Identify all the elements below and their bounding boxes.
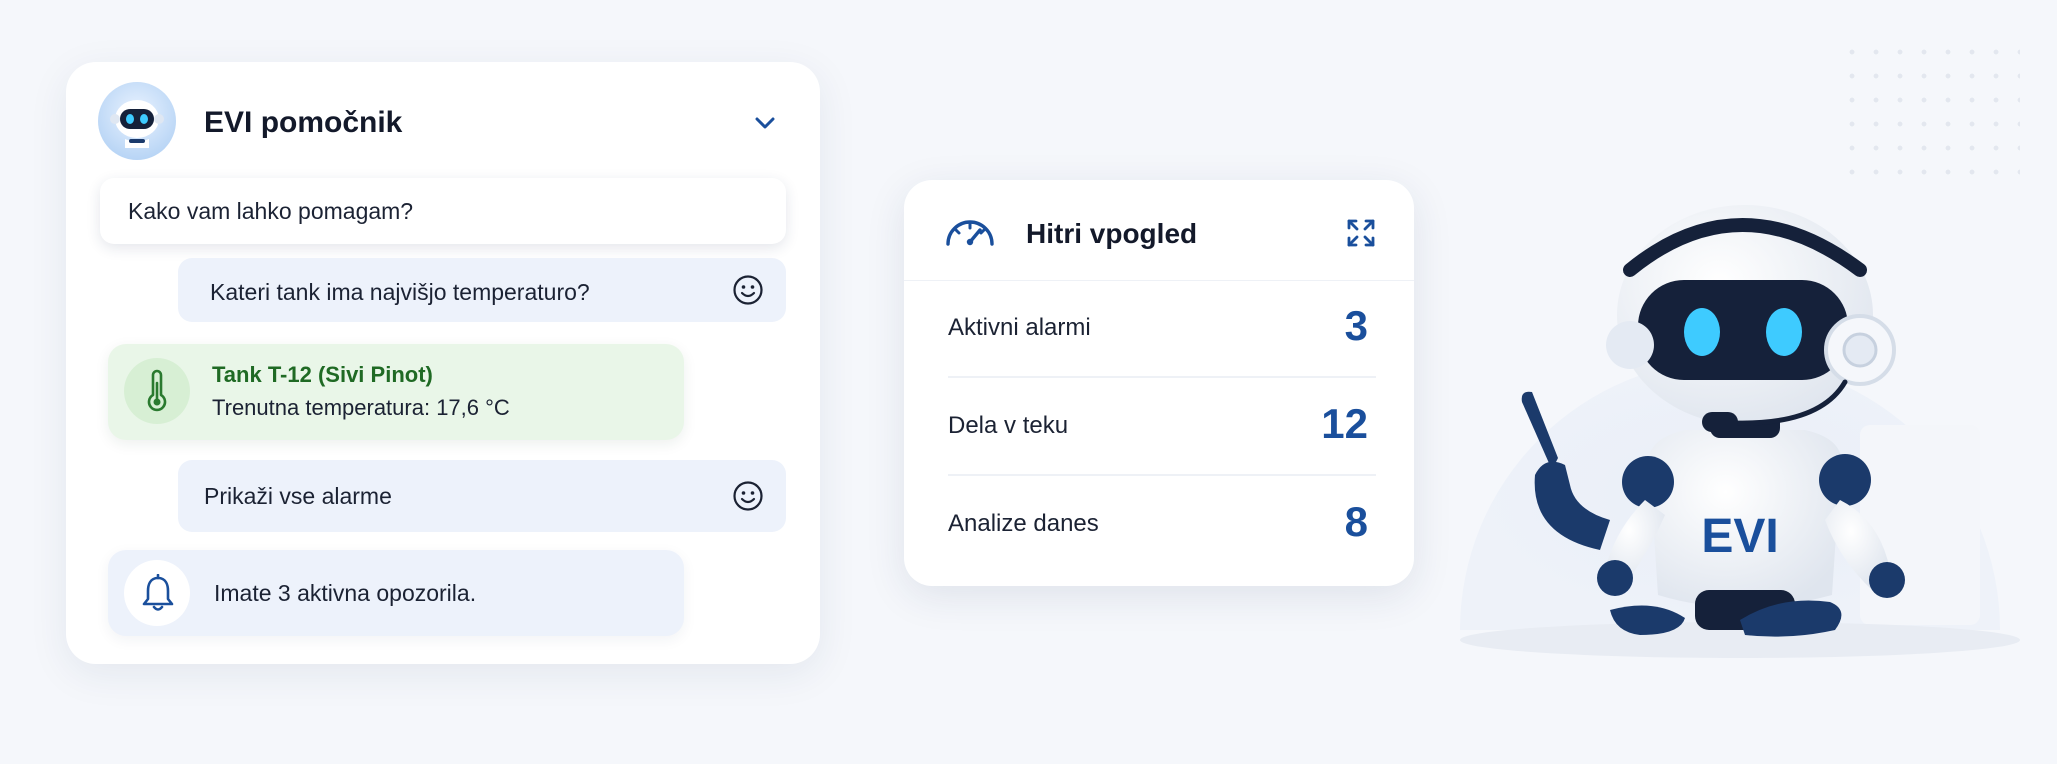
stat-label: Analize danes — [948, 510, 1099, 537]
tank-title: Tank T-12 (Sivi Pinot) — [212, 362, 433, 387]
bell-icon-badge — [124, 560, 190, 626]
thermometer-icon — [147, 369, 167, 412]
chevron-down-icon — [755, 117, 775, 129]
stat-row-work-in-progress[interactable]: Dela v teku 12 — [948, 378, 1376, 476]
chat-header: EVI pomočnik — [98, 82, 788, 160]
smile-icon[interactable] — [732, 480, 764, 512]
quick-view-title: Hitri vpogled — [1026, 218, 1198, 249]
bot-message-text: Kako vam lahko pomagam? — [128, 198, 414, 224]
expand-button[interactable] — [1344, 216, 1378, 250]
bell-icon — [142, 574, 174, 611]
collapse-button[interactable] — [748, 106, 782, 140]
stat-row-analyses-today[interactable]: Analize danes 8 — [948, 476, 1376, 572]
quick-view-panel: Hitri vpogled Aktivni alarmi 3 Dela v te… — [904, 180, 1414, 586]
user-message: Kateri tank ima najvišjo temperaturo? — [178, 258, 786, 322]
stat-value: 8 — [1344, 498, 1368, 545]
robot-chest-label: EVI — [1701, 510, 1778, 563]
stat-value: 12 — [1321, 400, 1368, 447]
user-message: Prikaži vse alarme — [178, 460, 786, 532]
tank-result-card[interactable]: Tank T-12 (Sivi Pinot) Trenutna temperat… — [108, 344, 684, 440]
thermometer-icon-badge — [124, 358, 190, 424]
gauge-icon — [946, 220, 994, 246]
alerts-reply-text: Imate 3 aktivna opozorila. — [214, 580, 477, 606]
smile-icon[interactable] — [732, 274, 764, 306]
stat-label: Dela v teku — [948, 412, 1069, 439]
robot-avatar-icon — [98, 82, 176, 160]
tank-temperature: Trenutna temperatura: 17,6 °C — [212, 395, 510, 420]
user-message-text: Kateri tank ima najvišjo temperaturo? — [210, 279, 590, 305]
quick-view-header: Hitri vpogled — [904, 180, 1414, 281]
stat-value: 3 — [1344, 302, 1368, 349]
chat-assistant-panel: EVI pomočnik Kako vam lahko pomagam? Kat… — [66, 62, 820, 664]
robot-mascot-illustration: EVI — [1440, 140, 2040, 700]
user-message-text: Prikaži vse alarme — [204, 483, 392, 509]
chat-title: EVI pomočnik — [204, 106, 403, 139]
stat-label: Aktivni alarmi — [948, 314, 1091, 341]
bot-message-greeting: Kako vam lahko pomagam? — [100, 178, 786, 244]
alerts-reply-card[interactable]: Imate 3 aktivna opozorila. — [108, 550, 684, 636]
expand-icon — [1347, 219, 1375, 247]
stat-row-active-alarms[interactable]: Aktivni alarmi 3 — [948, 280, 1376, 378]
